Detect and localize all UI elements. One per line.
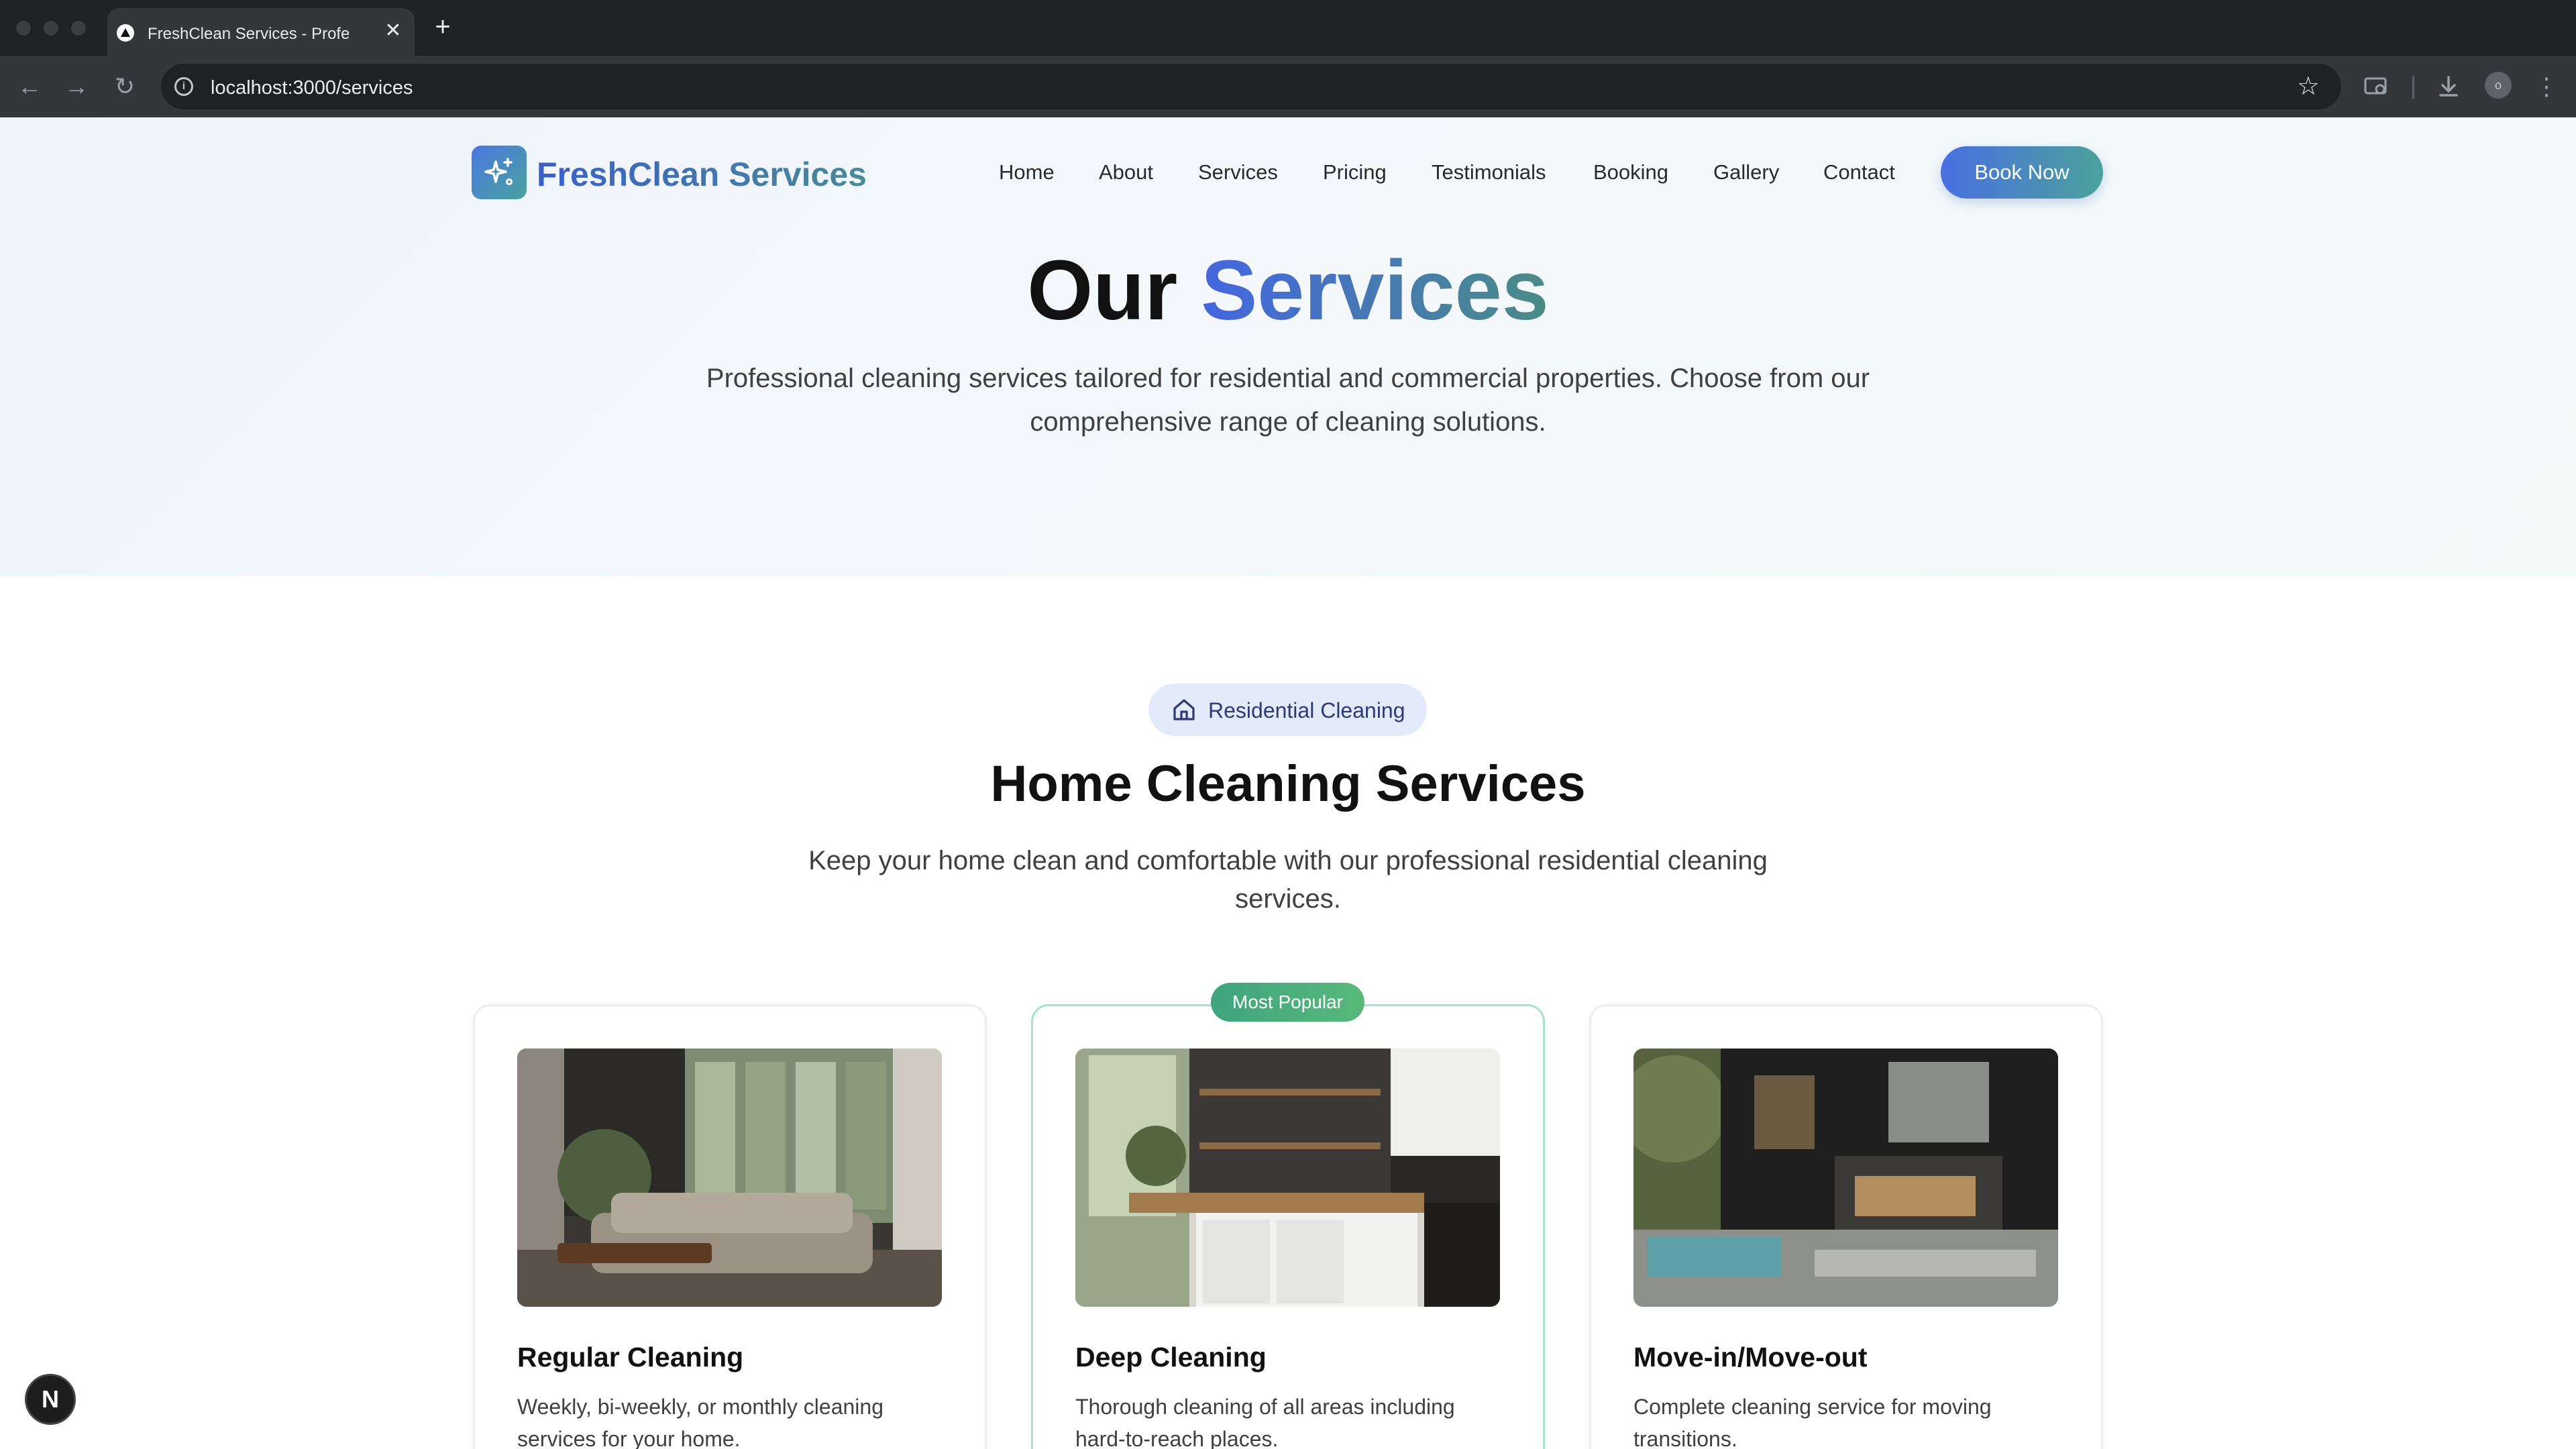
nav-link-about[interactable]: About	[1099, 160, 1153, 184]
nav-link-home[interactable]: Home	[999, 160, 1055, 184]
page-title-plain: Our	[1027, 243, 1201, 337]
nav-link-contact[interactable]: Contact	[1823, 160, 1895, 184]
back-icon[interactable]: ←	[13, 70, 46, 103]
service-card-deep[interactable]: Deep Cleaning Thorough cleaning of all a…	[1031, 1004, 1545, 1449]
page-subtitle: Professional cleaning services tailored …	[706, 364, 1870, 437]
kitchen-image	[1075, 1049, 1500, 1307]
nav-link-booking[interactable]: Booking	[1593, 160, 1668, 184]
forward-icon[interactable]: →	[60, 70, 93, 103]
window-minimize-dot[interactable]	[44, 21, 58, 36]
site-info-icon[interactable]: i	[174, 77, 193, 96]
nextjs-dev-indicator-button[interactable]: N	[25, 1374, 76, 1425]
browser-tab-bar: FreshClean Services - Professional Clean…	[0, 0, 2576, 56]
section-title: Home Cleaning Services	[990, 755, 1586, 812]
service-card-move[interactable]: Move-in/Move-out Complete cleaning servi…	[1589, 1004, 2103, 1449]
section-subtitle: Keep your home clean and comfortable wit…	[808, 846, 1768, 914]
page-viewport: FreshClean Services Home About Services …	[0, 117, 2576, 1449]
more-menu-icon[interactable]: ⋮	[2530, 70, 2563, 103]
nav-link-testimonials[interactable]: Testimonials	[1432, 160, 1546, 184]
toolbar-separator	[2412, 76, 2414, 99]
card-description: Weekly, bi-weekly, or monthly cleaning s…	[517, 1395, 883, 1449]
card-description: Thorough cleaning of all areas including…	[1075, 1395, 1455, 1449]
home-icon	[1173, 699, 1195, 720]
address-bar[interactable]: i localhost:3000/services ☆	[161, 64, 2341, 109]
card-title: Regular Cleaning	[517, 1342, 744, 1373]
most-popular-badge: Most Popular	[1211, 983, 1364, 1022]
nav-link-pricing[interactable]: Pricing	[1323, 160, 1387, 184]
window-close-dot[interactable]	[16, 21, 31, 36]
book-now-button[interactable]: Book Now	[1941, 146, 2103, 199]
new-tab-button[interactable]: +	[431, 12, 455, 42]
page-title-accent: Services	[1201, 243, 1549, 337]
profile-avatar[interactable]: o	[2485, 72, 2512, 99]
download-icon[interactable]	[2432, 70, 2465, 103]
brand-name[interactable]: FreshClean Services	[537, 155, 867, 194]
tab-title: FreshClean Services - Professional Clean…	[148, 25, 349, 43]
sparkles-logo-icon[interactable]	[472, 146, 527, 199]
card-title: Move-in/Move-out	[1633, 1342, 1868, 1373]
page-title: Our Services	[0, 241, 2576, 339]
reload-icon[interactable]: ↻	[109, 70, 141, 103]
browser-tab[interactable]: FreshClean Services - Professional Clean…	[107, 8, 415, 56]
living-room-image	[517, 1049, 942, 1307]
tab-favicon-icon	[117, 24, 134, 42]
modern-house-image	[1633, 1049, 2058, 1307]
card-description: Complete cleaning service for moving tra…	[1633, 1395, 1992, 1449]
browser-toolbar: ← → ↻ i localhost:3000/services ☆ o ⋮	[0, 56, 2576, 117]
address-url[interactable]: localhost:3000/services	[211, 77, 413, 99]
bookmark-star-icon[interactable]: ☆	[2297, 70, 2320, 103]
cast-icon[interactable]	[2360, 70, 2392, 103]
card-title: Deep Cleaning	[1075, 1342, 1267, 1373]
tab-close-icon[interactable]: ✕	[382, 20, 404, 42]
badge-label: Residential Cleaning	[1208, 698, 1405, 722]
residential-cleaning-badge: Residential Cleaning	[1148, 684, 1427, 736]
nav-link-services[interactable]: Services	[1198, 160, 1278, 184]
site-navbar: FreshClean Services Home About Services …	[472, 144, 2103, 201]
service-card-regular[interactable]: Regular Cleaning Weekly, bi-weekly, or m…	[473, 1004, 987, 1449]
nav-link-gallery[interactable]: Gallery	[1713, 160, 1779, 184]
window-zoom-dot[interactable]	[71, 21, 86, 36]
